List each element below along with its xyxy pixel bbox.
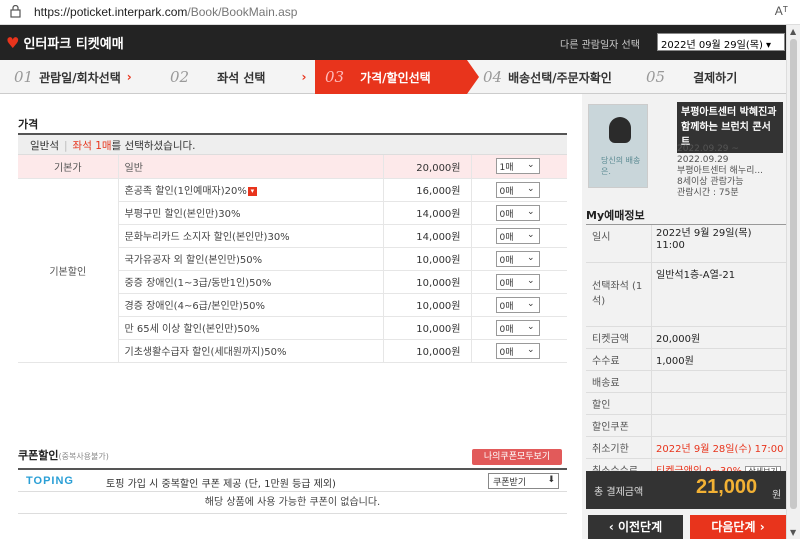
- price-title: 가격: [18, 118, 39, 131]
- reader-mode-icon[interactable]: Aᵀ: [775, 4, 788, 18]
- step-3[interactable]: 03 가격/할인선택: [315, 60, 479, 94]
- date-select[interactable]: 2022년 09월 29일(목) ▾: [657, 33, 785, 51]
- toping-logo: TOPING: [26, 475, 74, 487]
- quantity-select[interactable]: 1매 ⌄: [495, 158, 540, 175]
- download-icon: ⬇: [547, 475, 555, 485]
- chevron-down-icon: ⌄: [526, 229, 535, 240]
- chevron-down-icon: ⌄: [526, 321, 535, 332]
- chevron-left-icon: ‹: [608, 520, 618, 534]
- quantity-select[interactable]: 0매 ⌄: [495, 273, 540, 290]
- quantity-select[interactable]: 0매 ⌄: [495, 342, 540, 359]
- step-5[interactable]: 05 결제하기: [632, 60, 786, 94]
- total-amount: 21,000: [696, 476, 758, 498]
- date-select-label: 다른 관람일자 선택: [560, 40, 640, 51]
- site-header: ♥ 인터파크 티켓예매 다른 관람일자 선택 2022년 09월 29일(목) ▾: [0, 25, 786, 60]
- quantity-select[interactable]: 0매 ⌄: [495, 227, 540, 244]
- lock-icon: [10, 5, 21, 18]
- price-box: 일반석 | 좌석 1매를 선택하셨습니다. 기본가 일반 20,000원 1매 ⌄ 기…: [18, 133, 567, 363]
- chevron-down-icon: ⌄: [526, 160, 535, 171]
- chevron-right-icon: ›: [126, 70, 132, 84]
- product-info: 2022.09.29 ~ 2022.09.29 부평아트센터 해누리... 8세…: [677, 144, 763, 198]
- step-1[interactable]: 01 관람일/회차선택 ›: [0, 60, 160, 94]
- info-row: 선택좌석 (1석) 일반석1층-A열-21: [586, 263, 786, 327]
- table-row: 기본할인 혼공족 할인(1인예매자)20% ▾ 16,000원 0매 ⌄: [18, 178, 567, 363]
- step-2[interactable]: 02 좌석 선택 ›: [160, 60, 315, 94]
- my-coupons-button[interactable]: 나의쿠폰모두보기: [472, 449, 562, 465]
- info-toggle-icon[interactable]: ▾: [247, 186, 257, 196]
- address-bar[interactable]: https://poticket.interpark.com/Book/Book…: [0, 0, 800, 25]
- next-step-button[interactable]: 다음단계 ›: [690, 515, 786, 539]
- prev-step-button[interactable]: ‹ 이전단계: [588, 515, 683, 539]
- chevron-down-icon: ⌄: [526, 298, 535, 309]
- chevron-down-icon: ⌄: [526, 275, 535, 286]
- url-text[interactable]: https://poticket.interpark.com/Book/Book…: [34, 5, 297, 19]
- info-row: 배송료: [586, 371, 786, 393]
- chevron-right-icon: ›: [755, 520, 765, 534]
- total-box: 총 결제금액 21,000 원: [586, 471, 786, 509]
- heart-icon: ♥: [6, 33, 20, 52]
- get-coupon-button[interactable]: 쿠폰받기 ⬇: [488, 473, 559, 489]
- table-row: 기본가 일반 20,000원 1매 ⌄: [18, 155, 567, 179]
- my-booking-title: My예매정보: [586, 209, 645, 222]
- chevron-down-icon: ⌄: [526, 252, 535, 263]
- step-4[interactable]: 04 배송선택/주문자확인: [467, 60, 632, 94]
- quantity-select[interactable]: 0매 ⌄: [495, 204, 540, 221]
- coupon-box: TOPING 토핑 가입 시 중복할인 쿠폰 제공 (단, 1만원 등급 제외)…: [18, 468, 567, 514]
- chevron-right-icon: ›: [301, 70, 307, 84]
- my-booking-table: 일시 2022년 9월 29일(목) 11:00 선택좌석 (1석) 일반석1층-A…: [586, 224, 786, 481]
- info-row: 취소기한 2022년 9월 28일(수) 17:00: [586, 437, 786, 459]
- quantity-select[interactable]: 0매 ⌄: [495, 296, 540, 313]
- info-row: 티켓금액 20,000원: [586, 327, 786, 349]
- scroll-up-icon[interactable]: ▲: [790, 27, 796, 36]
- quantity-select[interactable]: 0매 ⌄: [495, 250, 540, 267]
- booking-sidebar: 당신의 배송은. 부평아트센터 박혜진과 함께하는 브런치 콘서트 2022.0…: [582, 94, 786, 539]
- info-row: 일시 2022년 9월 29일(목) 11:00: [586, 225, 786, 263]
- info-row: 수수료 1,000원: [586, 349, 786, 371]
- quantity-select[interactable]: 0매 ⌄: [495, 319, 540, 336]
- chevron-down-icon: ⌄: [526, 206, 535, 217]
- chevron-down-icon: ⌄: [526, 344, 535, 355]
- quantity-select[interactable]: 0매 ⌄: [495, 181, 540, 198]
- poster-image: 당신의 배송은.: [588, 104, 648, 188]
- coupon-empty-message: 해당 상품에 사용 가능한 쿠폰이 없습니다.: [18, 492, 567, 514]
- price-table: 기본가 일반 20,000원 1매 ⌄ 기본할인 혼공족 할인(1인예매자)20%…: [18, 155, 567, 363]
- info-row: 할인: [586, 393, 786, 415]
- step-nav: 01 관람일/회차선택 › 02 좌석 선택 › 03 가격/할인선택 04 배송선택/주문…: [0, 60, 786, 94]
- scroll-thumb[interactable]: [790, 39, 797, 509]
- coupon-row: TOPING 토핑 가입 시 중복할인 쿠폰 제공 (단, 1만원 등급 제외)…: [18, 470, 567, 492]
- grade-bar: 일반석 | 좌석 1매를 선택하셨습니다.: [18, 135, 567, 155]
- coupon-title: 쿠폰할인(중복사용불가): [18, 449, 109, 462]
- main-content: 가격 일반석 | 좌석 1매를 선택하셨습니다. 기본가 일반 20,000원 1매…: [5, 100, 573, 539]
- info-row: 할인쿠폰: [586, 415, 786, 437]
- logo: ♥ 인터파크 티켓예매: [6, 33, 124, 53]
- scroll-down-icon[interactable]: ▼: [790, 528, 796, 537]
- chevron-down-icon: ⌄: [526, 183, 535, 194]
- scrollbar[interactable]: ▲ ▼: [786, 25, 800, 539]
